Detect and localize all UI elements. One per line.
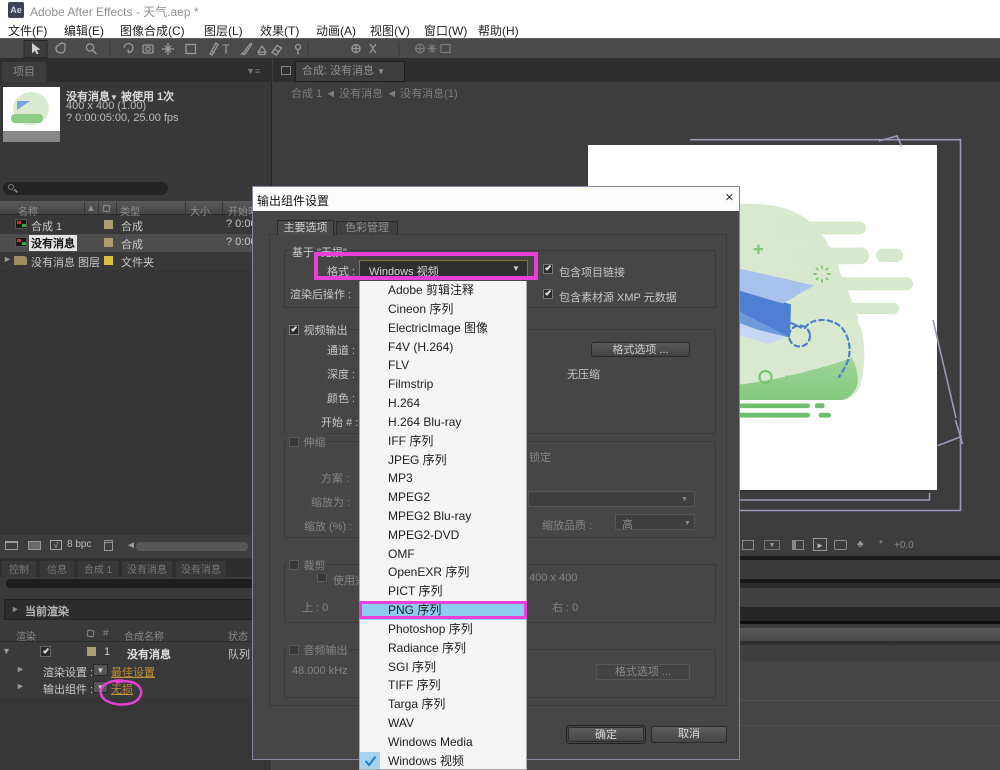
svg-text:T: T (222, 42, 230, 57)
